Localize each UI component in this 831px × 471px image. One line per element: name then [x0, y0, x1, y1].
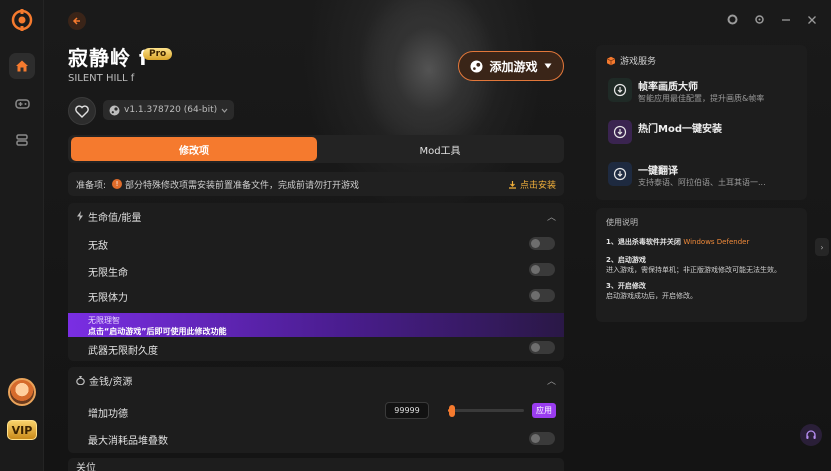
- install-link[interactable]: 点击安装: [508, 178, 556, 191]
- guide-step-2-desc: 进入游戏，需保持单机；非正版游戏修改可能无法生效。: [606, 266, 781, 274]
- settings-icon[interactable]: [754, 14, 765, 25]
- prep-text: 部分特殊修改项需安装前置准备文件，完成前请勿打开游戏: [125, 180, 360, 191]
- row-label: 武器无限耐久度: [88, 346, 158, 357]
- section-money-header[interactable]: 金钱/资源 ︿: [68, 367, 564, 393]
- chevron-down-icon: [221, 108, 228, 113]
- toggle-infinite-stamina[interactable]: [529, 289, 555, 302]
- main-tabs: 修改项 Mod工具: [68, 135, 564, 163]
- support-button[interactable]: [800, 424, 822, 446]
- apply-button[interactable]: 应用: [532, 403, 556, 418]
- add-game-button[interactable]: 添加游戏: [458, 51, 564, 81]
- section-money: 金钱/资源 ︿ 增加功德 99999 应用 最大消耗品堆叠数: [68, 367, 564, 453]
- nav-home-button[interactable]: [9, 53, 35, 79]
- coin-bag-icon: [76, 376, 85, 385]
- service-name: 一键翻译: [638, 166, 678, 177]
- version-selector[interactable]: v1.1.378720 (64-bit): [103, 100, 235, 120]
- toggle-weapon-durability[interactable]: [529, 341, 555, 354]
- theme-icon[interactable]: [727, 14, 738, 25]
- minimize-icon[interactable]: [781, 15, 791, 25]
- warning-icon: !: [112, 179, 123, 189]
- gamepad-icon: [14, 98, 30, 109]
- guide-step-1-accent: Windows Defender: [683, 238, 750, 246]
- section-health-header[interactable]: 生命值/能量 ︿: [68, 203, 564, 229]
- locked-label: 无限理智: [88, 316, 120, 325]
- bolt-icon: [77, 211, 83, 221]
- merit-slider[interactable]: [448, 409, 524, 412]
- row-label: 无敌: [88, 241, 108, 252]
- services-header: 游戏服务: [606, 54, 656, 67]
- guide-step-2: 2、启动游戏: [606, 256, 646, 264]
- user-avatar[interactable]: [8, 378, 36, 406]
- row-label: 无限体力: [88, 293, 128, 304]
- locked-notice: 点击“启动游戏”后即可使用此修改功能: [88, 327, 227, 336]
- nav-storage-button[interactable]: [9, 127, 35, 153]
- back-button[interactable]: [68, 12, 86, 30]
- merit-slider-thumb[interactable]: [448, 405, 455, 417]
- merit-value-input[interactable]: 99999: [385, 402, 429, 419]
- chevron-up-icon: ︿: [546, 376, 556, 387]
- home-icon: [16, 60, 28, 72]
- fps-icon: [608, 78, 632, 102]
- row-label: 无限生命: [88, 268, 128, 279]
- steam-icon: [109, 105, 120, 115]
- chevron-up-icon: ︿: [546, 212, 556, 223]
- service-desc: 支持泰语、阿拉伯语、土耳其语一...: [638, 178, 766, 187]
- caret-down-icon: [544, 63, 551, 69]
- mod-install-icon: [608, 120, 632, 144]
- favorite-button[interactable]: [68, 97, 96, 125]
- headset-icon: [806, 430, 816, 439]
- service-name: 热门Mod一键安装: [638, 124, 722, 135]
- nav-games-button[interactable]: [9, 90, 35, 116]
- translate-icon: [608, 162, 632, 186]
- guide-step-3-desc: 启动游戏成功后，开启修改。: [606, 292, 697, 300]
- panel-collapse-button[interactable]: ›: [815, 238, 829, 256]
- app-logo-icon[interactable]: [11, 9, 33, 31]
- heart-icon: [75, 104, 89, 118]
- toggle-max-stack[interactable]: [529, 432, 555, 445]
- install-label: 点击安装: [519, 180, 556, 191]
- row-label: 最大消耗品堆叠数: [88, 436, 168, 447]
- service-name: 帧率画质大师: [638, 82, 698, 93]
- prep-bar: 准备项: ! 部分特殊修改项需安装前置准备文件，完成前请勿打开游戏 点击安装: [68, 172, 564, 196]
- pro-badge: Pro: [143, 48, 173, 60]
- vip-badge[interactable]: VIP: [7, 420, 37, 440]
- steam-icon: [470, 60, 483, 72]
- section-money-title: 金钱/资源: [89, 376, 133, 388]
- section-next: 关位: [68, 458, 564, 471]
- section-health: 生命值/能量 ︿ 无敌 无限生命 无限体力 无限理智 点击“启动游戏”后即可使用…: [68, 203, 564, 361]
- add-game-label: 添加游戏: [489, 59, 538, 74]
- game-title: 寂静岭 f: [68, 46, 149, 70]
- guide-title: 使用说明: [606, 218, 638, 227]
- cube-icon: [606, 56, 616, 65]
- services-title: 游戏服务: [620, 57, 657, 67]
- section-next-header[interactable]: 关位: [68, 458, 564, 471]
- chevron-right-icon: ›: [820, 242, 824, 252]
- toggle-invincible[interactable]: [529, 237, 555, 250]
- service-desc: 智能应用最佳配置，提升画质&帧率: [638, 94, 765, 103]
- tab-modifiers[interactable]: 修改项: [71, 137, 317, 161]
- usage-guide-panel: 使用说明 1、退出杀毒软件并关闭 Windows Defender 2、启动游戏…: [596, 208, 807, 322]
- section-health-title: 生命值/能量: [88, 212, 142, 224]
- prep-label: 准备项:: [76, 180, 107, 191]
- left-rail: VIP: [0, 0, 44, 471]
- download-icon: [508, 180, 516, 189]
- guide-step-1: 1、退出杀毒软件并关闭 Windows Defender: [606, 237, 797, 247]
- guide-step-3: 3、开启修改: [606, 282, 646, 290]
- arrow-left-icon: [72, 17, 80, 25]
- tab-mod-tools[interactable]: Mod工具: [318, 137, 562, 161]
- guide-step-1-text: 1、退出杀毒软件并关闭: [606, 238, 681, 246]
- locked-sanity-row: 无限理智 点击“启动游戏”后即可使用此修改功能: [68, 313, 564, 337]
- database-icon: [16, 134, 28, 146]
- game-services-panel: 游戏服务 帧率画质大师 智能应用最佳配置，提升画质&帧率 热门Mod一键安装 一…: [596, 45, 807, 200]
- game-subtitle: SILENT HILL f: [68, 73, 135, 84]
- toggle-infinite-life[interactable]: [529, 263, 555, 276]
- section-next-title: 关位: [76, 462, 96, 471]
- close-icon[interactable]: [807, 15, 817, 25]
- window-controls: [727, 14, 817, 25]
- row-label: 增加功德: [88, 409, 128, 420]
- version-label: v1.1.378720 (64-bit): [124, 105, 218, 115]
